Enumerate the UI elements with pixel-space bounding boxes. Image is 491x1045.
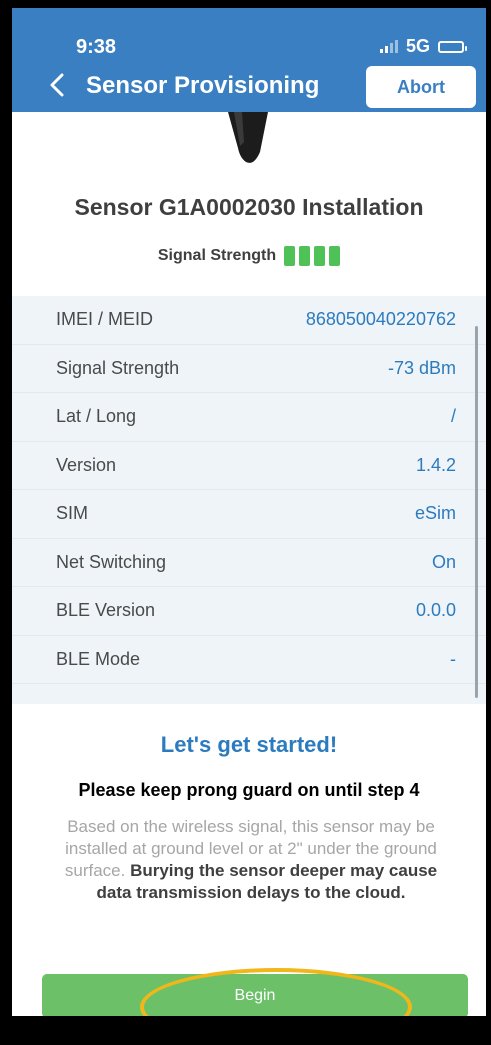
info-row-imei: IMEI / MEID 868050040220762 [12, 296, 486, 345]
info-label: BLE Version [56, 600, 156, 621]
info-label: IMEI / MEID [56, 309, 154, 330]
page-title: Sensor Provisioning [86, 72, 320, 99]
info-value: eSim [414, 503, 456, 524]
info-value: On [431, 551, 456, 572]
info-row-lat-long: Lat / Long / [12, 393, 486, 442]
info-row-signal-strength: Signal Strength -73 dBm [12, 345, 486, 393]
status-time: 9:38 [76, 36, 117, 58]
lets-get-started-heading: Let's get started! [160, 732, 338, 757]
info-row-net-switching: Net Switching On [12, 539, 486, 587]
info-label: Signal Strength [56, 357, 180, 378]
phone-screen: 9:38 5G Sensor Provisioning Abort Sensor… [12, 8, 486, 1016]
info-label: Version [56, 454, 117, 475]
description-warning: Burying the sensor deeper may cause data… [96, 861, 438, 902]
signal-strength-indicator: Signal Strength [12, 246, 486, 266]
cell-signal-icon [379, 40, 398, 53]
info-row-ble-mode: BLE Mode - [12, 636, 486, 684]
installation-description: Based on the wireless signal, this senso… [52, 816, 450, 904]
info-value: 868050040220762 [305, 309, 456, 330]
info-label: SIM [56, 503, 89, 524]
info-value: 0.0.0 [415, 600, 456, 621]
sensor-info-list: IMEI / MEID 868050040220762 Signal Stren… [12, 296, 486, 704]
prong-guard-instruction: Please keep prong guard on until step 4 [78, 780, 420, 800]
status-indicators: 5G [379, 36, 467, 57]
back-arrow-icon[interactable] [42, 70, 72, 100]
info-label: BLE Mode [56, 648, 141, 669]
info-row-ble-version: BLE Version 0.0.0 [12, 587, 486, 636]
signal-strength-label: Signal Strength [157, 247, 277, 264]
scrollbar[interactable] [475, 326, 478, 698]
installation-title: Sensor G1A0002030 Installation [74, 194, 424, 220]
info-label: Net Switching [56, 551, 167, 572]
abort-button[interactable]: Abort [366, 66, 476, 108]
signal-bars-icon [284, 246, 341, 266]
info-value: - [450, 648, 456, 669]
info-value: 1.4.2 [415, 454, 456, 475]
battery-icon [438, 40, 467, 53]
info-row-version: Version 1.4.2 [12, 442, 486, 490]
header-bar: 9:38 5G Sensor Provisioning Abort [12, 8, 486, 112]
info-row-sim: SIM eSim [12, 490, 486, 539]
network-type: 5G [405, 36, 430, 56]
info-value: -73 dBm [387, 357, 456, 378]
info-label: Lat / Long [56, 406, 137, 427]
sensor-image [224, 112, 272, 168]
info-value: / [450, 406, 456, 427]
